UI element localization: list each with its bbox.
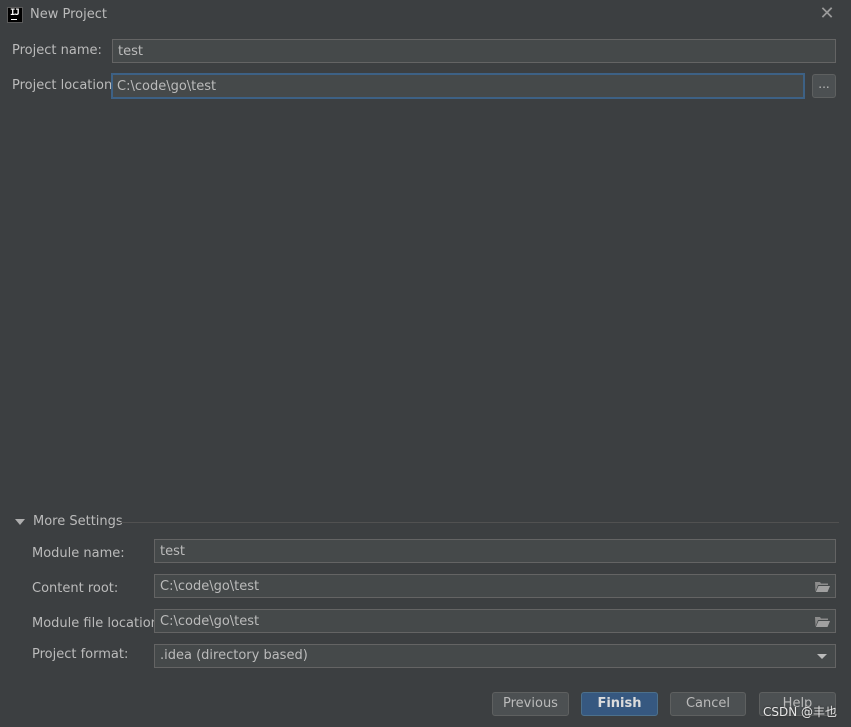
content-root-label: Content root: [32,581,119,596]
previous-button[interactable]: Previous [492,692,569,716]
browse-button[interactable]: ... [812,74,836,98]
project-name-input[interactable] [112,39,836,63]
module-name-label: Module name: [32,546,125,561]
project-format-label: Project format: [32,647,129,662]
module-file-location-input[interactable] [154,609,836,633]
project-name-label: Project name: [12,43,102,58]
title-bar: IJ New Project ✕ [0,0,851,30]
collapse-triangle-icon [15,519,25,525]
content-root-input[interactable] [154,574,836,598]
separator [120,522,839,523]
intellij-logo-icon: IJ [7,7,23,23]
logo-text: IJ [10,8,20,18]
project-location-label: Project location: [12,78,117,93]
close-icon[interactable]: ✕ [819,5,835,23]
module-file-location-label: Module file location: [32,616,164,631]
cancel-button[interactable]: Cancel [670,692,746,716]
new-project-dialog: IJ New Project ✕ Project name: Project l… [0,0,851,727]
folder-icon[interactable] [815,581,830,592]
more-settings-label: More Settings [33,514,123,529]
project-format-select[interactable]: .idea (directory based) [154,644,836,668]
watermark-text: CSDN @丰也 [762,705,837,719]
project-location-input[interactable] [111,73,805,99]
finish-button[interactable]: Finish [581,692,658,716]
chevron-down-icon [817,654,827,659]
window-title: New Project [30,7,107,22]
project-format-value: .idea (directory based) [160,648,308,663]
folder-icon[interactable] [815,616,830,627]
module-name-input[interactable] [154,539,836,563]
